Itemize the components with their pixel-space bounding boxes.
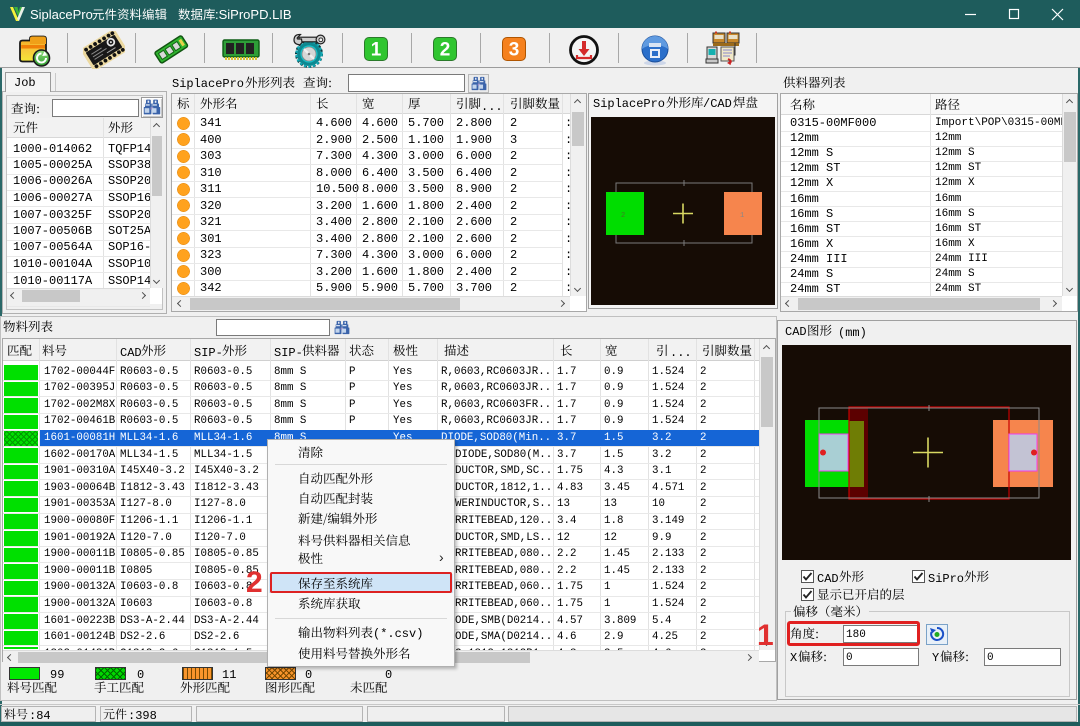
svg-text:3: 3 bbox=[509, 40, 520, 61]
svg-text:1: 1 bbox=[740, 212, 744, 220]
svg-text:2: 2 bbox=[440, 40, 451, 61]
svg-text:1: 1 bbox=[371, 40, 382, 61]
svg-text:2: 2 bbox=[621, 212, 625, 220]
